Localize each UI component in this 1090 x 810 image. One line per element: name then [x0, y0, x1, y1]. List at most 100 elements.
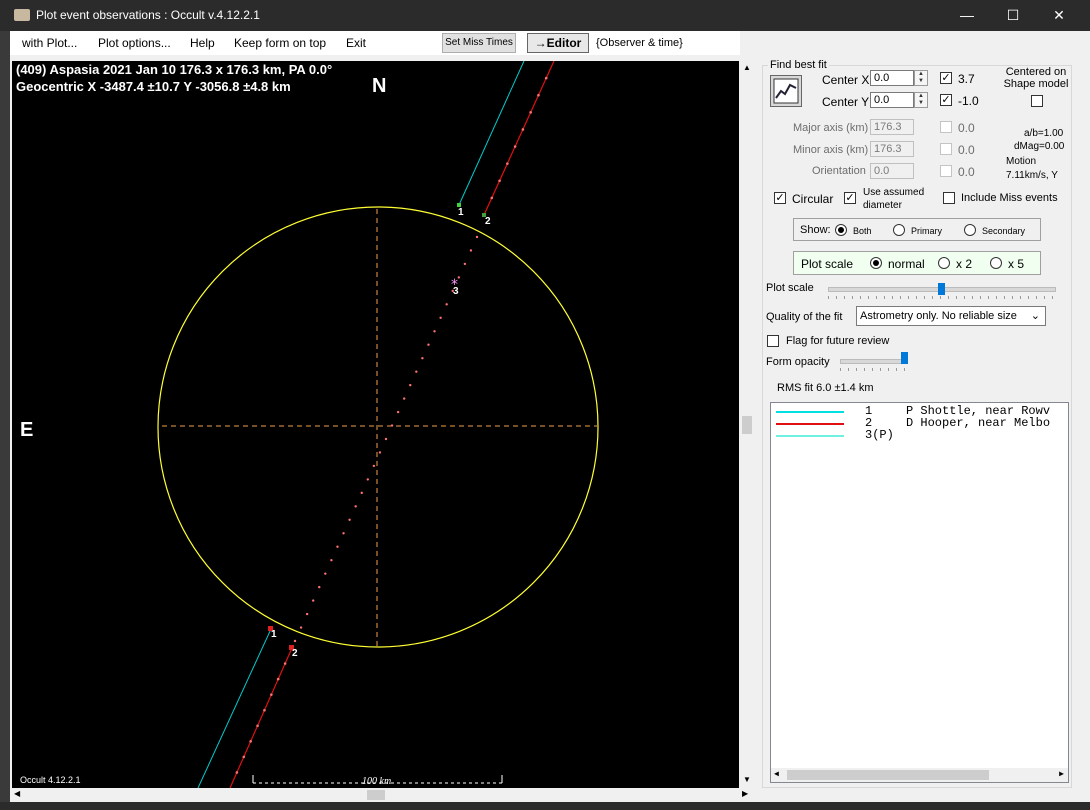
chord-label: 1: [271, 629, 277, 640]
orientation-checkbox[interactable]: [940, 165, 952, 177]
orientation-input[interactable]: 0.0: [870, 163, 914, 179]
centered-on-shape-checkbox[interactable]: [1031, 95, 1043, 107]
chord-1-upper: [458, 61, 525, 206]
use-assumed-diameter-checkbox[interactable]: ✓: [844, 192, 856, 204]
show-both-radio[interactable]: [835, 224, 847, 236]
path-dot: [283, 662, 287, 665]
scale-bar-label: 100 km: [362, 776, 392, 787]
show-primary-label: Primary: [911, 226, 942, 236]
center-x-fit-value: 3.7: [958, 72, 975, 86]
include-miss-events-checkbox[interactable]: [943, 192, 955, 204]
centered-on-shape-label: Centered on Shape model: [1003, 66, 1069, 90]
path-dot: [305, 612, 309, 616]
best-fit-button[interactable]: [770, 75, 802, 107]
minor-axis-label: Minor axis (km): [793, 144, 869, 156]
path-dot: [390, 424, 394, 427]
path-dot: [348, 518, 351, 521]
scale-normal-radio[interactable]: [870, 257, 882, 269]
path-dot: [506, 162, 509, 165]
center-x-spinner[interactable]: ▲ ▼: [914, 70, 928, 86]
event-plot[interactable]: * (409) Aspasia 2021 Jan 10 176.3 x 176.…: [12, 61, 739, 788]
scroll-left-icon[interactable]: ◀: [14, 789, 20, 798]
path-dot: [513, 145, 517, 148]
scroll-right-icon[interactable]: ▶: [742, 789, 748, 798]
path-dot: [372, 464, 376, 468]
plot-scale-slider-thumb[interactable]: [938, 283, 945, 295]
path-dot: [249, 740, 252, 743]
close-button[interactable]: ✕: [1036, 0, 1082, 31]
path-dot: [324, 572, 327, 575]
path-dot: [312, 599, 315, 602]
scroll-thumb[interactable]: [367, 790, 385, 800]
motion-value: 7.11km/s, Y: [1006, 170, 1058, 181]
path-dot: [529, 111, 532, 114]
scroll-thumb[interactable]: [742, 416, 752, 434]
scale-x2-radio[interactable]: [938, 257, 950, 269]
path-dot: [433, 330, 436, 333]
menu-with-plot[interactable]: with Plot...: [22, 36, 77, 50]
show-both-label: Both: [853, 226, 872, 236]
center-x-input[interactable]: 0.0: [870, 70, 914, 86]
path-dot: [276, 677, 280, 681]
path-dot: [396, 410, 400, 414]
menu-plot-options[interactable]: Plot options...: [98, 36, 171, 50]
window-title: Plot event observations : Occult v.4.12.…: [36, 8, 260, 22]
scroll-right-icon[interactable]: ▶: [1059, 769, 1064, 779]
fit-graph-icon: [773, 78, 799, 104]
observer-time-label[interactable]: {Observer & time}: [596, 37, 683, 49]
scroll-down-icon[interactable]: ▼: [743, 775, 751, 784]
scroll-up-icon[interactable]: ▲: [743, 63, 751, 72]
set-miss-times-button[interactable]: Set Miss Times: [442, 33, 516, 53]
legend-text-2: D Hooper, near Melbo: [906, 416, 1051, 430]
menu-exit[interactable]: Exit: [346, 36, 366, 50]
minor-axis-checkbox[interactable]: [940, 143, 952, 155]
flag-review-checkbox[interactable]: [767, 335, 779, 347]
plot-scale-slider-label: Plot scale: [766, 282, 814, 294]
plot-horizontal-scrollbar[interactable]: ◀ ▶: [12, 788, 754, 802]
fit-center-y-checkbox[interactable]: ✓: [940, 94, 952, 106]
path-dot: [299, 626, 303, 629]
chevron-down-icon: ⌄: [1030, 310, 1040, 322]
minimize-button[interactable]: —: [944, 0, 990, 31]
chord-label: 2: [292, 648, 298, 659]
path-dot: [445, 303, 448, 306]
quality-select[interactable]: Astrometry only. No reliable size ⌄: [856, 306, 1046, 326]
chord-label: 3: [453, 286, 459, 297]
path-dot: [263, 708, 266, 712]
show-label: Show:: [800, 224, 831, 236]
path-dot: [293, 639, 297, 643]
observer-legend[interactable]: 1 P Shottle, near Rowv 2 D Hooper, near …: [770, 402, 1069, 783]
scroll-left-icon[interactable]: ◀: [774, 769, 779, 779]
legend-line-3: [776, 435, 844, 437]
path-dot: [330, 559, 333, 562]
circular-checkbox[interactable]: ✓: [774, 192, 786, 204]
editor-button[interactable]: →Editor: [527, 33, 589, 53]
form-opacity-slider[interactable]: [840, 359, 908, 364]
major-axis-input[interactable]: 176.3: [870, 119, 914, 135]
center-y-input[interactable]: 0.0: [870, 92, 914, 108]
show-secondary-radio[interactable]: [964, 224, 976, 236]
find-best-fit-label: Find best fit: [768, 59, 829, 71]
form-opacity-slider-thumb[interactable]: [901, 352, 908, 364]
scale-x5-radio[interactable]: [990, 257, 1002, 269]
app-icon: [14, 9, 30, 21]
chord-label: 1: [458, 207, 464, 218]
major-axis-checkbox[interactable]: [940, 121, 952, 133]
menu-help[interactable]: Help: [190, 36, 215, 50]
plot-vertical-scrollbar[interactable]: ▲ ▼: [740, 61, 754, 788]
center-y-spinner[interactable]: ▲ ▼: [914, 92, 928, 108]
asteroid-outline: [157, 206, 599, 648]
show-primary-radio[interactable]: [893, 224, 905, 236]
menu-keep-on-top[interactable]: Keep form on top: [234, 36, 326, 50]
minor-axis-input[interactable]: 176.3: [870, 141, 914, 157]
plot-canvas: *: [157, 61, 599, 788]
path-dot: [498, 179, 501, 183]
legend-horizontal-scrollbar[interactable]: ◀ ▶: [771, 768, 1068, 782]
path-dot: [384, 437, 388, 441]
maximize-button[interactable]: ☐: [990, 0, 1036, 31]
motion-label: Motion: [1006, 156, 1037, 167]
title-bar: Plot event observations : Occult v.4.12.…: [0, 0, 1090, 31]
fit-center-x-checkbox[interactable]: ✓: [940, 72, 952, 84]
orientation-label: Orientation: [812, 165, 866, 177]
scroll-thumb[interactable]: [787, 770, 989, 780]
